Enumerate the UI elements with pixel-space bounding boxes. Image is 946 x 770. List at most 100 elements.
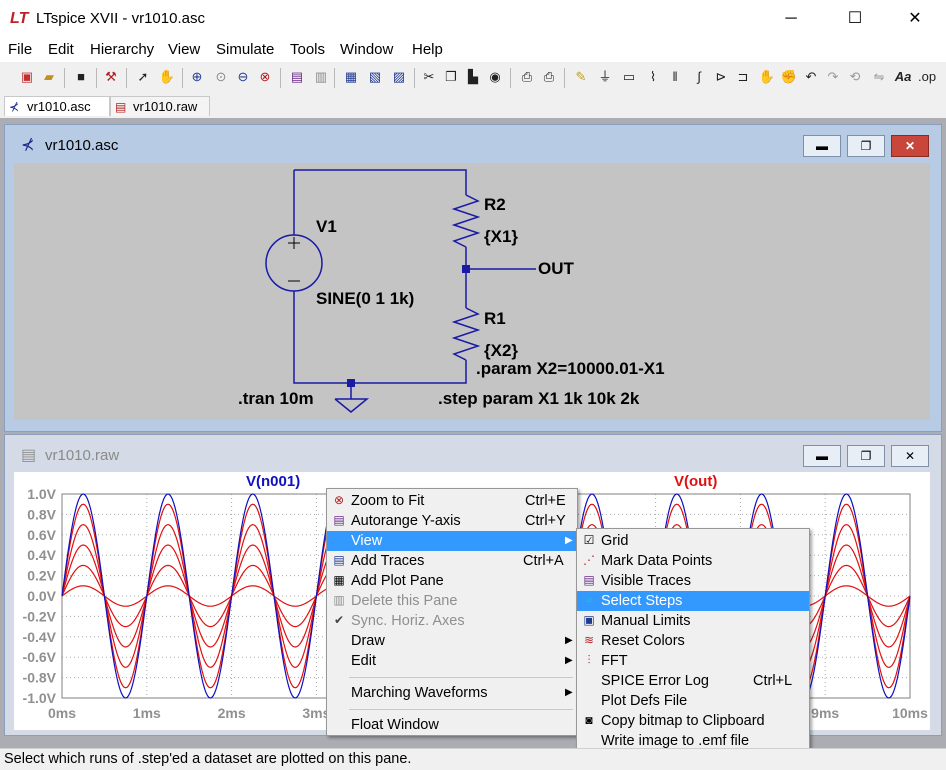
schematic-minimize-button[interactable]: ▬ <box>803 135 841 157</box>
component-icon[interactable]: ⊐ <box>734 68 752 86</box>
tile-horizontal-icon[interactable]: ▦ <box>342 68 360 86</box>
tile-vertical-icon[interactable]: ▨ <box>390 68 408 86</box>
rotate-icon[interactable]: ⟲ <box>846 68 864 86</box>
delete-pane-icon[interactable]: ▥ <box>312 68 330 86</box>
param-directive[interactable]: .param X2=10000.01-X1 <box>476 359 665 379</box>
tran-directive[interactable]: .tran 10m <box>238 389 314 409</box>
y-tick-label: 0.2V <box>27 568 56 584</box>
submenu-manual-limits[interactable]: ▣ Manual Limits <box>577 611 809 631</box>
control-panel-icon[interactable]: ⚒ <box>102 68 120 86</box>
menu-help[interactable]: Help <box>412 41 443 58</box>
submenu-grid[interactable]: ☑ Grid <box>577 531 809 551</box>
v1-name[interactable]: V1 <box>316 217 337 237</box>
menu-add-plot-pane[interactable]: ▦ Add Plot Pane <box>327 571 577 591</box>
mark-points-icon: ⋰ <box>583 553 595 567</box>
submenu-fft[interactable]: ⫶ FFT <box>577 651 809 671</box>
x-tick-label: 0ms <box>48 705 76 721</box>
submenu-plot-defs-file[interactable]: Plot Defs File <box>577 691 809 711</box>
menu-separator <box>349 677 573 678</box>
out-net-label[interactable]: OUT <box>538 259 574 279</box>
submenu-select-steps[interactable]: ≈ Select Steps <box>577 591 809 611</box>
pan-icon[interactable]: ⊙ <box>212 68 230 86</box>
tab-schematic[interactable]: ⊀ vr1010.asc <box>4 96 110 116</box>
schematic-canvas[interactable]: V1 SINE(0 1 1k) R2 {X1} OUT R1 {X2} .par… <box>14 163 930 420</box>
print-setup-icon[interactable]: ⎙ <box>540 68 558 86</box>
zoom-fit-icon[interactable]: ⊗ <box>256 68 274 86</box>
waveform-minimize-button[interactable]: ▬ <box>803 445 841 467</box>
cascade-icon[interactable]: ▧ <box>366 68 384 86</box>
find-icon[interactable]: ◉ <box>486 68 504 86</box>
checkbox-checked-icon: ☑ <box>583 533 595 547</box>
mirror-icon[interactable]: ⇋ <box>870 68 888 86</box>
waveform-close-button[interactable]: ✕ <box>891 445 929 467</box>
menu-view[interactable]: View <box>168 41 200 58</box>
submenu-reset-colors[interactable]: ≋ Reset Colors <box>577 631 809 651</box>
submenu-spice-error-log[interactable]: SPICE Error Log Ctrl+L <box>577 671 809 691</box>
open-folder-icon[interactable]: ▰ <box>40 68 58 86</box>
resistor-icon[interactable]: ⌇ <box>644 68 662 86</box>
menu-draw[interactable]: Draw ▶ <box>327 631 577 651</box>
r1-value[interactable]: {X2} <box>484 341 518 361</box>
schematic-restore-button[interactable]: ❐ <box>847 135 885 157</box>
menu-edit[interactable]: Edit ▶ <box>327 651 577 671</box>
submenu-copy-bitmap[interactable]: ◙ Copy bitmap to Clipboard <box>577 711 809 731</box>
submenu-visible-traces[interactable]: ▤ Visible Traces <box>577 571 809 591</box>
title-bar: LT LTspice XVII - vr1010.asc ─ ☐ ✕ <box>0 0 946 38</box>
waveform-window-title: vr1010.raw <box>45 447 120 464</box>
label-net-icon[interactable]: ▭ <box>620 68 638 86</box>
paste-icon[interactable]: ▙ <box>464 68 482 86</box>
inductor-icon[interactable]: ∫ <box>690 68 708 86</box>
cut-icon[interactable]: ✂ <box>420 68 438 86</box>
menu-hierarchy[interactable]: Hierarchy <box>90 41 154 58</box>
move-icon[interactable]: ✋ <box>758 68 776 86</box>
menu-marching-waveforms[interactable]: Marching Waveforms ▶ <box>327 683 577 703</box>
trace-label-vout[interactable]: V(out) <box>674 473 717 490</box>
schematic-close-button[interactable]: ✕ <box>891 135 929 157</box>
copy-icon[interactable]: ❐ <box>442 68 460 86</box>
menu-window[interactable]: Window <box>340 41 393 58</box>
window-title: LTspice XVII - vr1010.asc <box>36 10 205 27</box>
redo-icon[interactable]: ↷ <box>824 68 842 86</box>
autorange-icon: ▤ <box>333 513 345 527</box>
undo-icon[interactable]: ↶ <box>802 68 820 86</box>
x-tick-label: 9ms <box>811 705 839 721</box>
run-icon[interactable]: ➚ <box>134 68 152 86</box>
waveform-restore-button[interactable]: ❐ <box>847 445 885 467</box>
close-button[interactable]: ✕ <box>892 0 938 38</box>
zoom-out-icon[interactable]: ⊖ <box>234 68 252 86</box>
v1-value[interactable]: SINE(0 1 1k) <box>316 289 414 309</box>
print-icon[interactable]: ⎙ <box>518 68 536 86</box>
minimize-button[interactable]: ─ <box>768 0 814 38</box>
r2-value[interactable]: {X1} <box>484 227 518 247</box>
menu-tools[interactable]: Tools <box>290 41 325 58</box>
maximize-button[interactable]: ☐ <box>832 0 878 38</box>
drag-icon[interactable]: ✊ <box>780 68 798 86</box>
menu-zoom-to-fit[interactable]: ⊗ Zoom to Fit Ctrl+E <box>327 491 577 511</box>
new-schematic-icon[interactable]: ▣ <box>18 68 36 86</box>
menu-autorange-y[interactable]: ▤ Autorange Y-axis Ctrl+Y <box>327 511 577 531</box>
zoom-in-icon[interactable]: ⊕ <box>188 68 206 86</box>
capacitor-icon[interactable]: ‖ <box>666 68 684 86</box>
tab-waveform[interactable]: ▤ vr1010.raw <box>110 96 210 116</box>
menu-edit[interactable]: Edit <box>48 41 74 58</box>
submenu-mark-data-points[interactable]: ⋰ Mark Data Points <box>577 551 809 571</box>
diode-icon[interactable]: ⊳ <box>712 68 730 86</box>
save-icon[interactable]: ■ <box>72 68 90 86</box>
menu-view[interactable]: View ▶ <box>327 531 577 551</box>
tab-label: vr1010.raw <box>133 99 198 114</box>
menu-add-traces[interactable]: ▤ Add Traces Ctrl+A <box>327 551 577 571</box>
text-icon[interactable]: Aa <box>894 68 912 86</box>
spice-directive-icon[interactable]: .op <box>918 68 936 86</box>
menu-simulate[interactable]: Simulate <box>216 41 274 58</box>
autorange-icon[interactable]: ▤ <box>288 68 306 86</box>
trace-label-vn001[interactable]: V(n001) <box>246 473 300 490</box>
step-directive[interactable]: .step param X1 1k 10k 2k <box>438 389 639 409</box>
menu-file[interactable]: File <box>8 41 32 58</box>
wire-icon[interactable]: ✎ <box>572 68 590 86</box>
r1-name[interactable]: R1 <box>484 309 506 329</box>
menu-float-window[interactable]: Float Window <box>327 715 577 735</box>
ground-icon[interactable]: ⏚ <box>596 68 614 86</box>
r2-name[interactable]: R2 <box>484 195 506 215</box>
y-tick-label: 0.0V <box>27 588 56 604</box>
halt-icon[interactable]: ✋ <box>158 68 176 86</box>
